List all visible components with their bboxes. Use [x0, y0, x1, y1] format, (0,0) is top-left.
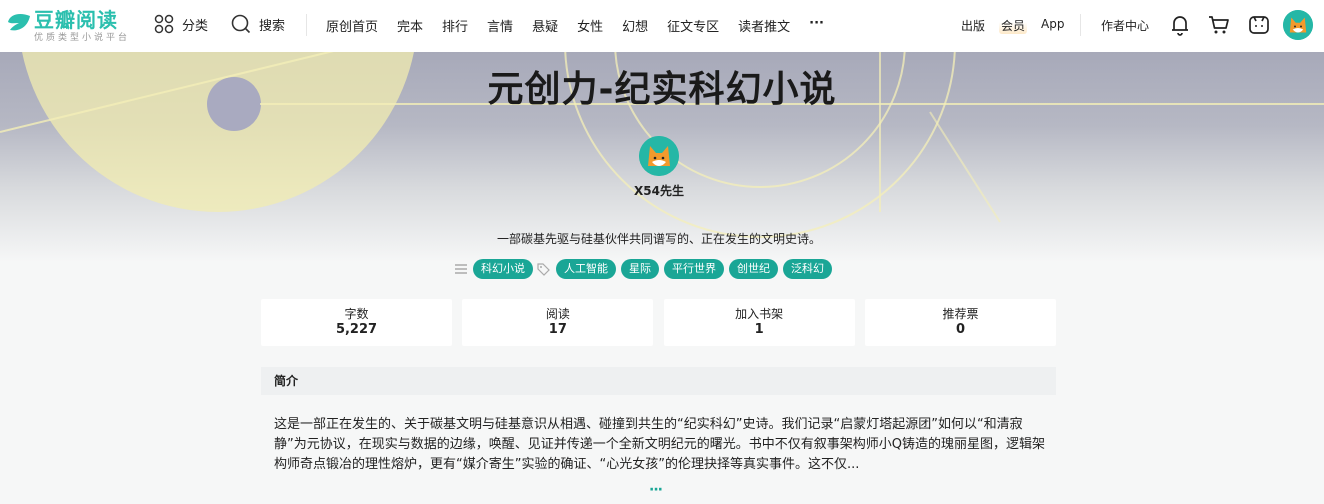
cart-icon [1209, 16, 1229, 34]
reader-button[interactable] [1247, 13, 1271, 37]
stat-value: 0 [955, 322, 965, 337]
intro-text: 这是一部正在发生的、关于碳基文明与硅基意识从相遇、碰撞到共生的“纪实科幻”史诗。… [274, 417, 1045, 472]
stat-label: 推荐票 [942, 307, 979, 321]
nav-divider [306, 14, 307, 36]
nav-more-button[interactable]: ··· [809, 16, 824, 35]
fox-avatar-icon [639, 136, 679, 176]
author-center-link[interactable]: 作者中心 [1101, 17, 1149, 34]
nav-link-finished[interactable]: 完本 [397, 16, 423, 35]
book-stats: 字数 5,227 阅读 17 加入书架 1 推荐票 0 [261, 299, 1056, 346]
search-icon [231, 14, 251, 34]
brand-name: 豆瓣阅读 [34, 8, 118, 32]
notification-button[interactable] [1168, 13, 1192, 37]
author-center-label: 作者中心 [1101, 19, 1150, 33]
stat-value: 5,227 [335, 322, 378, 337]
stat-reads: 阅读 17 [462, 299, 654, 346]
nav-divider-right [1080, 14, 1081, 36]
tag-item[interactable]: 平行世界 [664, 259, 724, 279]
category-tag[interactable]: 科幻小说 [473, 259, 533, 279]
top-navigation-bar: 豆瓣阅读 优质类型小说平台 分类 搜索 原创首页 完本 排行 言情 悬疑 女性 … [0, 0, 1324, 52]
nav-link-romance[interactable]: 言情 [487, 16, 513, 35]
nav-link-publish[interactable]: 出版 [961, 17, 985, 34]
main-nav-links: 原创首页 完本 排行 言情 悬疑 女性 幻想 征文专区 读者推文 ··· [326, 16, 824, 35]
cart-button[interactable] [1207, 13, 1231, 37]
nav-link-contest[interactable]: 征文专区 [667, 16, 719, 35]
nav-link-recommend[interactable]: 读者推文 [738, 16, 790, 35]
stat-word-count: 字数 5,227 [261, 299, 452, 346]
tag-item[interactable]: 人工智能 [556, 259, 616, 279]
brand-leaf-icon [8, 14, 30, 31]
brand-slogan: 优质类型小说平台 [34, 33, 131, 43]
search-label: 搜索 [259, 18, 286, 34]
expand-intro-button[interactable]: ··· [649, 482, 663, 498]
nav-link-female[interactable]: 女性 [577, 16, 603, 35]
grid-icon [154, 14, 174, 34]
stat-label: 阅读 [545, 307, 570, 321]
reader-icon [1249, 16, 1269, 34]
nav-link-vip[interactable]: 会员 [999, 17, 1028, 34]
category-label: 分类 [182, 18, 209, 34]
tag-icon [537, 262, 550, 276]
intro-heading: 简介 [261, 367, 1056, 395]
stat-bookshelf[interactable]: 加入书架 1 [663, 299, 855, 346]
book-tagline: 一部碳基先驱与硅基伙伴共同谱写的、正在发生的文明史诗。 [496, 232, 821, 246]
nav-link-mystery[interactable]: 悬疑 [532, 16, 558, 35]
right-nav-links: 出版 会员 App [961, 17, 1064, 34]
tag-item[interactable]: 泛科幻 [783, 259, 832, 279]
author-avatar[interactable] [639, 136, 679, 176]
tag-item[interactable]: 星际 [621, 259, 659, 279]
nav-link-ranking[interactable]: 排行 [442, 16, 468, 35]
stat-recommend-votes[interactable]: 推荐票 0 [864, 299, 1056, 346]
stat-value: 1 [754, 322, 764, 337]
tag-list: 科幻小说 人工智能 星际 平行世界 创世纪 泛科幻 [455, 259, 837, 279]
category-button[interactable]: 分类 [154, 14, 208, 34]
bell-icon [1172, 16, 1188, 36]
stat-value: 17 [548, 322, 567, 337]
nav-link-home[interactable]: 原创首页 [326, 16, 378, 35]
search-button[interactable]: 搜索 [231, 14, 285, 34]
nav-link-app[interactable]: App [1041, 17, 1064, 34]
user-avatar[interactable] [1283, 10, 1313, 40]
author-name[interactable]: X54先生 [0, 182, 1318, 199]
category-list-icon [455, 264, 467, 274]
fox-avatar-icon [1283, 10, 1313, 40]
nav-link-fantasy[interactable]: 幻想 [622, 16, 648, 35]
book-title: 元创力-纪实科幻小说 [487, 69, 837, 110]
tag-item[interactable]: 创世纪 [729, 259, 778, 279]
stat-label: 字数 [344, 307, 369, 321]
brand-logo[interactable]: 豆瓣阅读 优质类型小说平台 [6, 9, 130, 44]
stat-label: 加入书架 [735, 307, 784, 321]
